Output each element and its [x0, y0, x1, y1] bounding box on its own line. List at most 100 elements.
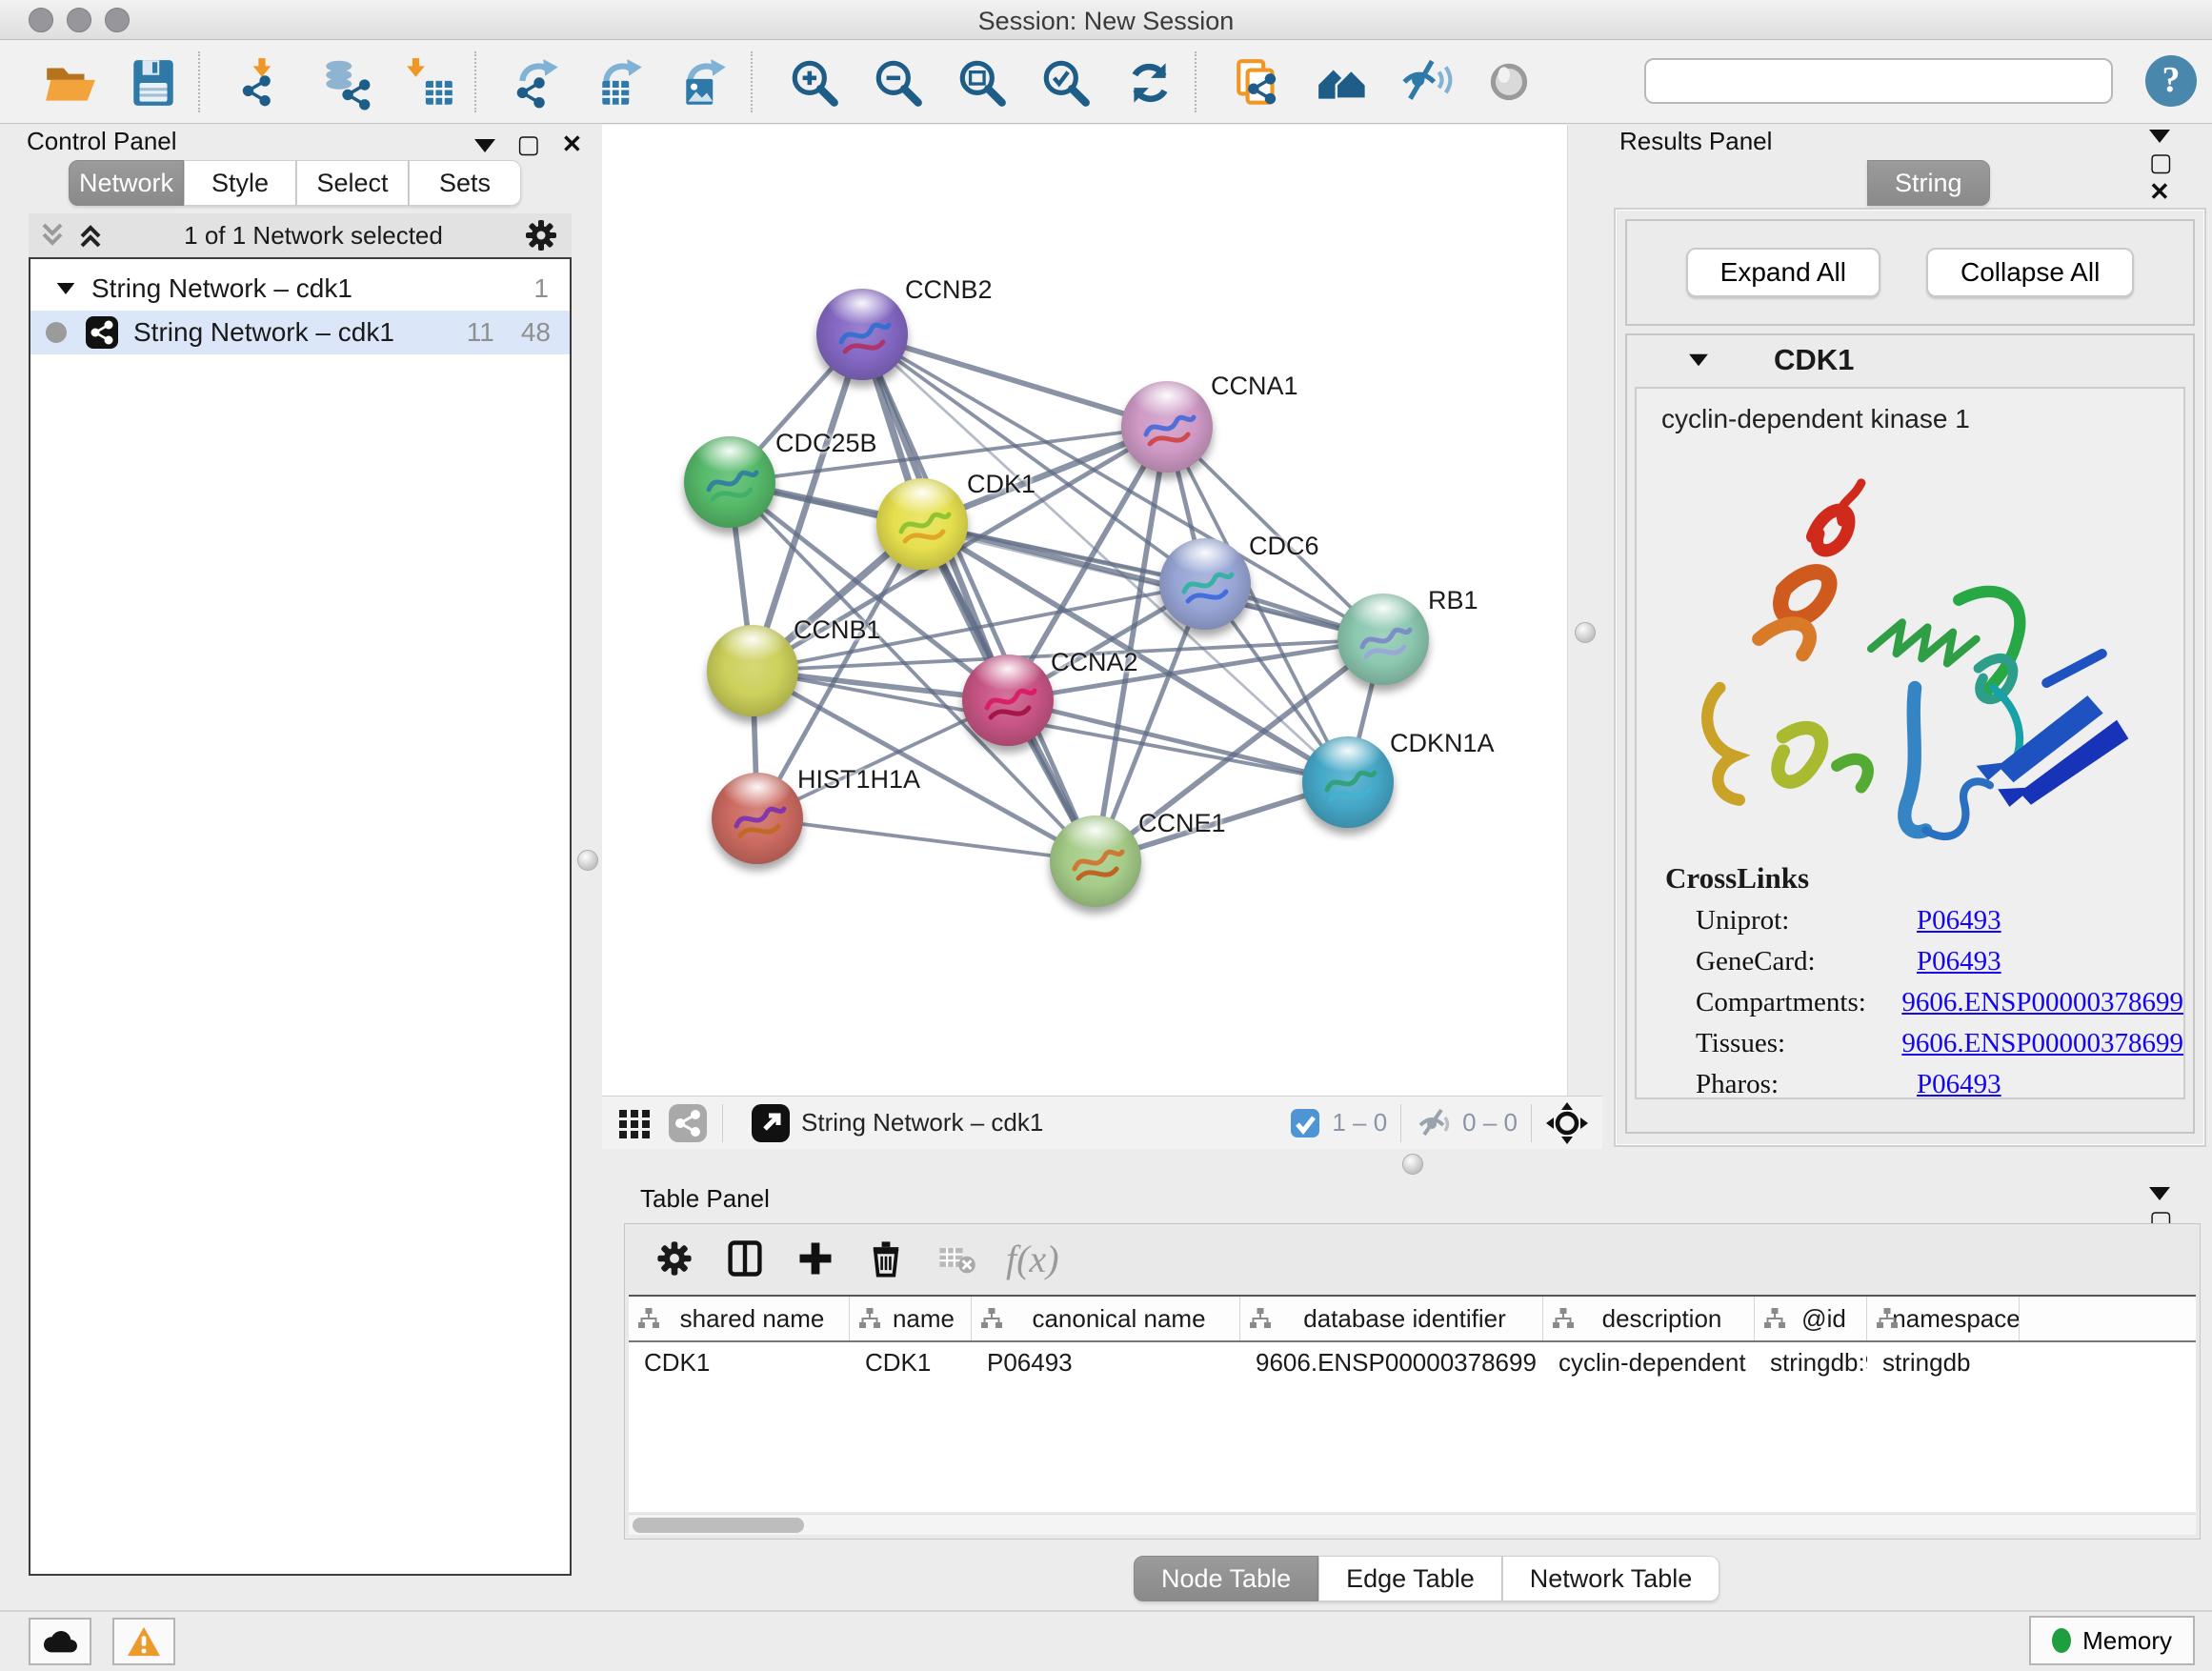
column-header-name[interactable]: name: [850, 1297, 972, 1340]
export-view-icon[interactable]: [750, 1102, 792, 1144]
table-options-gear-icon[interactable]: [654, 1238, 695, 1279]
network-collection-row[interactable]: String Network – cdk1 1: [30, 267, 570, 311]
node-ccna1[interactable]: [1121, 381, 1213, 473]
scrollbar-thumb[interactable]: [633, 1518, 804, 1533]
open-session-button[interactable]: [40, 53, 99, 112]
memory-label: Memory: [2082, 1626, 2172, 1656]
show-all-button[interactable]: [1480, 53, 1539, 112]
node-hist1h1a[interactable]: [712, 773, 803, 864]
node-cdkn1a[interactable]: [1302, 736, 1394, 828]
crosslink-link[interactable]: 9606.ENSP00000378699: [1901, 987, 2183, 1018]
table-cell[interactable]: CDK1: [629, 1342, 850, 1384]
import-table-button[interactable]: [400, 53, 459, 112]
selected-checkbox-icon[interactable]: [1288, 1106, 1322, 1140]
delete-column-trash-icon[interactable]: [865, 1238, 907, 1279]
refresh-button[interactable]: [1120, 53, 1179, 112]
node-rb1[interactable]: [1337, 594, 1429, 685]
import-database-button[interactable]: [316, 53, 375, 112]
column-header-description[interactable]: description: [1543, 1297, 1755, 1340]
gene-section-header[interactable]: CDK1: [1627, 335, 2193, 385]
table-row[interactable]: CDK1CDK1P064939606.ENSP00000378699cyclin…: [629, 1342, 2196, 1384]
home-layout-button[interactable]: [1313, 53, 1372, 112]
zoom-selected-button[interactable]: [1036, 53, 1096, 112]
node-ccnb2[interactable]: [816, 289, 908, 380]
float-panel-icon[interactable]: ▢: [516, 130, 540, 159]
table-horizontal-scrollbar[interactable]: [629, 1514, 2196, 1535]
tab-style[interactable]: Style: [184, 160, 296, 206]
crosslink-link[interactable]: 9606.ENSP00000378699: [1901, 1028, 2183, 1059]
tab-select[interactable]: Select: [296, 160, 409, 206]
table-cell[interactable]: 9606.ENSP00000378699: [1240, 1342, 1543, 1384]
table-cell[interactable]: cyclin-dependent ...: [1543, 1342, 1755, 1384]
collapse-all-icon[interactable]: [38, 219, 67, 252]
tab-edge-table[interactable]: Edge Table: [1318, 1556, 1502, 1601]
tab-network[interactable]: Network: [69, 160, 184, 206]
results-panel-splitter[interactable]: [1567, 125, 1602, 1096]
node-cdk1[interactable]: [876, 478, 968, 570]
zoom-out-button[interactable]: [869, 53, 928, 112]
column-header-canonicalname[interactable]: canonical name: [972, 1297, 1240, 1340]
collapse-all-button[interactable]: Collapse All: [1926, 248, 2134, 297]
network-options-gear-icon[interactable]: [522, 216, 560, 254]
panel-menu-icon[interactable]: [2149, 1187, 2170, 1200]
protein-ribbon-thumbnail: [1337, 594, 1429, 685]
string-view-share-icon[interactable]: [667, 1102, 709, 1144]
save-session-button[interactable]: [124, 53, 183, 112]
tab-sets[interactable]: Sets: [409, 160, 521, 206]
float-panel-icon[interactable]: ▢: [2149, 148, 2173, 177]
control-panel-splitter-grip[interactable]: [577, 850, 598, 871]
column-header-databaseidentifier[interactable]: database identifier: [1240, 1297, 1543, 1340]
network-canvas[interactable]: CCNB2 CCNA1 CDC25B CDK1 CDC6 RB1CCNB1 CC…: [602, 125, 1567, 1096]
crosshair-navigate-icon[interactable]: [1545, 1101, 1589, 1145]
create-column-plus-icon[interactable]: [794, 1238, 836, 1279]
tab-node-table[interactable]: Node Table: [1134, 1556, 1318, 1601]
tab-string[interactable]: String: [1867, 160, 1990, 206]
hide-selection-button[interactable]: [1397, 53, 1456, 112]
show-columns-icon[interactable]: [724, 1238, 766, 1279]
zoom-in-button[interactable]: [785, 53, 844, 112]
export-table-button[interactable]: [593, 53, 652, 112]
node-ccna2[interactable]: [962, 654, 1054, 746]
search-input[interactable]: [1644, 58, 2113, 104]
table-cell[interactable]: stringdb:9...: [1755, 1342, 1867, 1384]
crosslink-link[interactable]: P06493: [1917, 1069, 2001, 1099]
expand-all-button[interactable]: Expand All: [1686, 248, 1880, 297]
birdseye-grid-icon[interactable]: [615, 1104, 654, 1142]
column-header-sharedname[interactable]: shared name: [629, 1297, 850, 1340]
tab-network-table[interactable]: Network Table: [1502, 1556, 1720, 1601]
table-panel-splitter[interactable]: [593, 1149, 2212, 1181]
cloud-status-button[interactable]: [29, 1618, 91, 1665]
memory-button[interactable]: Memory: [2029, 1616, 2195, 1665]
toolbar-separator: [474, 51, 476, 112]
table-cell[interactable]: stringdb: [1867, 1342, 2020, 1384]
zoom-fit-button[interactable]: [953, 53, 1012, 112]
splitter-grip[interactable]: [1575, 622, 1596, 643]
node-ccnb1[interactable]: [707, 625, 798, 716]
node-table[interactable]: shared namenamecanonical namedatabase id…: [629, 1295, 2196, 1512]
node-cdc6[interactable]: [1159, 538, 1251, 630]
warnings-button[interactable]: [112, 1618, 175, 1665]
section-caret-icon[interactable]: [1689, 354, 1708, 367]
column-header-id[interactable]: @id: [1755, 1297, 1867, 1340]
node-ccne1[interactable]: [1050, 815, 1141, 907]
panel-menu-icon[interactable]: [474, 139, 495, 152]
import-network-button[interactable]: [232, 53, 292, 112]
crosslink-link[interactable]: P06493: [1917, 946, 2001, 977]
close-panel-icon[interactable]: ✕: [2149, 177, 2170, 207]
node-cdc25b[interactable]: [684, 436, 775, 528]
protein-ribbon-thumbnail: [1050, 815, 1141, 907]
close-panel-icon[interactable]: ✕: [561, 130, 582, 159]
panel-menu-icon[interactable]: [2149, 130, 2170, 143]
splitter-grip[interactable]: [1402, 1154, 1423, 1175]
column-header-namespace[interactable]: namespace: [1867, 1297, 2020, 1340]
table-cell[interactable]: P06493: [972, 1342, 1240, 1384]
clone-network-button[interactable]: [1229, 53, 1288, 112]
help-button[interactable]: ?: [2145, 55, 2197, 107]
crosslink-link[interactable]: P06493: [1917, 905, 2001, 936]
table-cell[interactable]: CDK1: [850, 1342, 972, 1384]
expand-all-icon[interactable]: [76, 219, 105, 252]
export-network-button[interactable]: [509, 53, 568, 112]
network-row[interactable]: String Network – cdk1 11 48: [30, 311, 570, 354]
collection-caret-icon[interactable]: [57, 283, 75, 294]
export-image-button[interactable]: [676, 53, 735, 112]
